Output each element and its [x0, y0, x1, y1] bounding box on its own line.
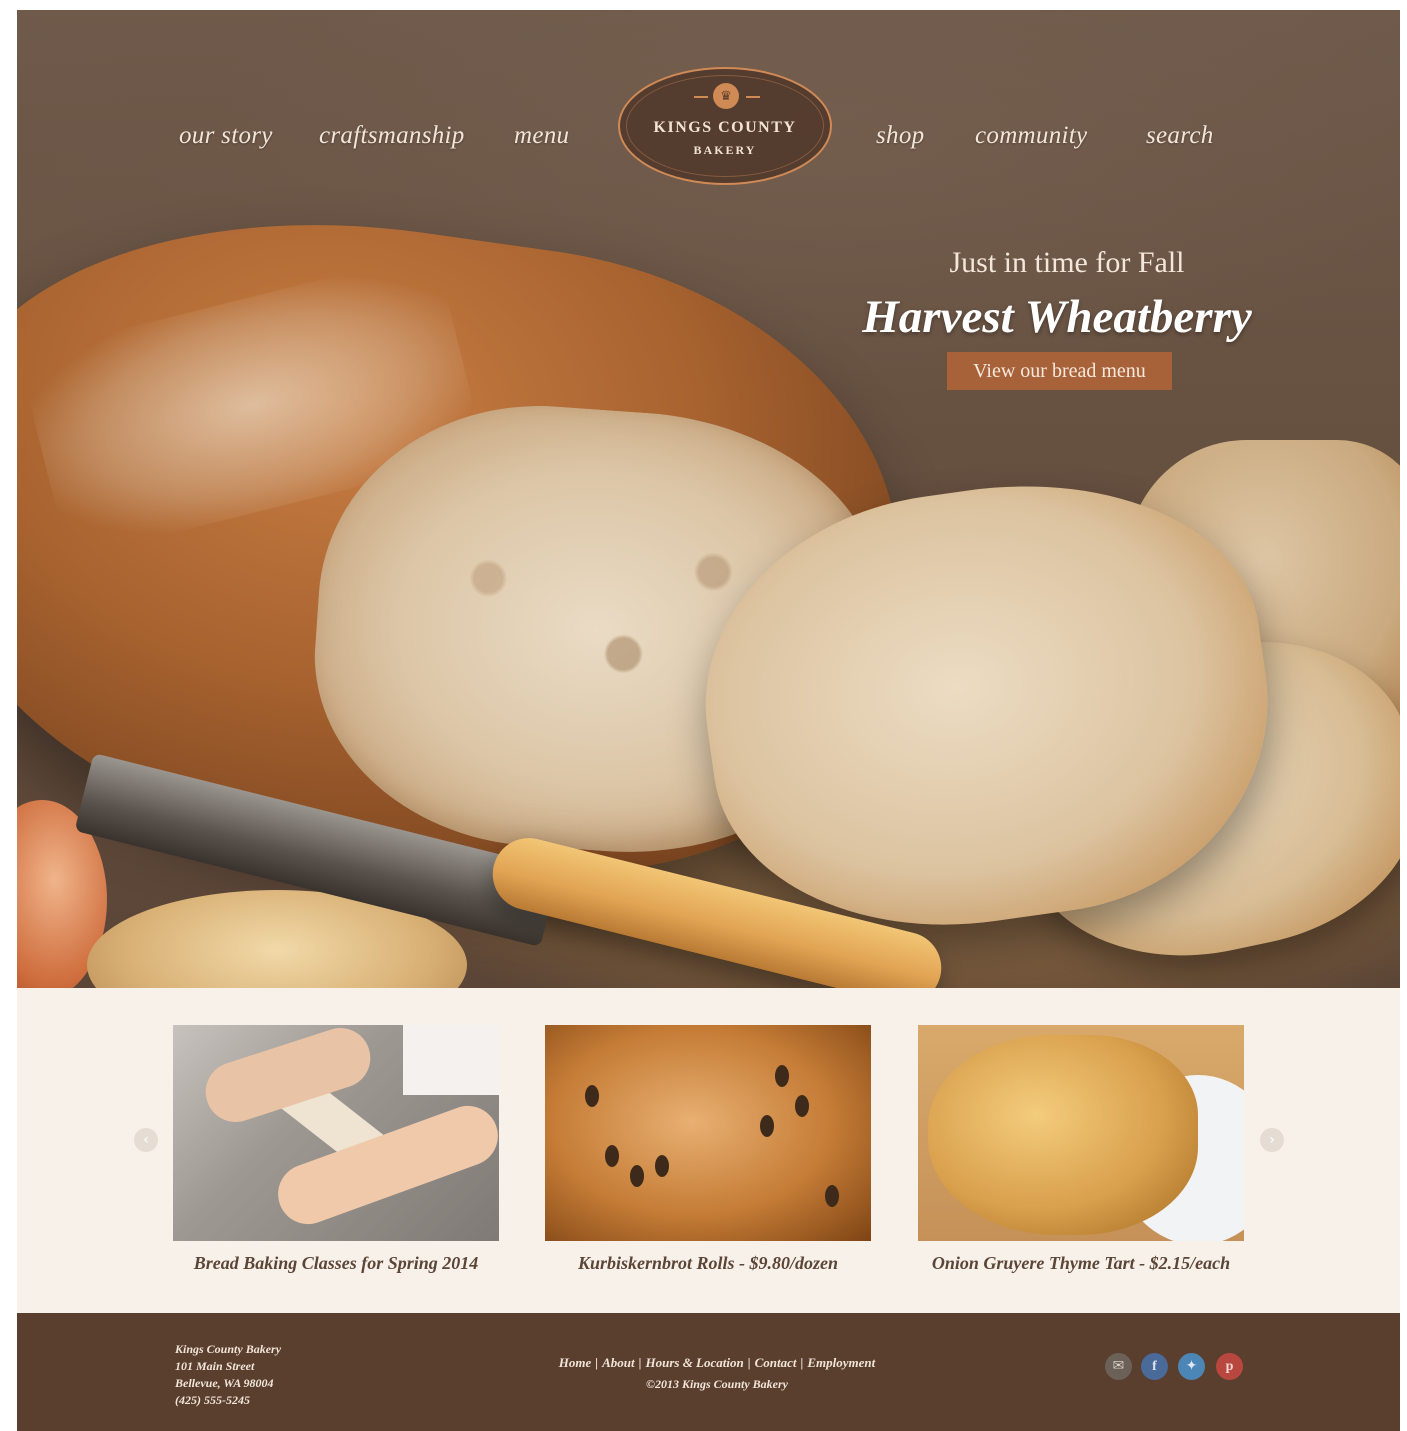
footer-link-home[interactable]: Home — [559, 1355, 592, 1370]
address-line: Kings County Bakery — [175, 1342, 282, 1356]
bakery-logo[interactable]: ♛ KINGS COUNTY BAKERY — [618, 67, 832, 185]
card-caption: Bread Baking Classes for Spring 2014 — [193, 1253, 479, 1273]
chevron-left-icon[interactable]: ‹ — [134, 1128, 158, 1152]
address-line: (425) 555-5245 — [175, 1393, 250, 1407]
footer-links: Home | About | Hours & Location | Contact | Empl… — [558, 1355, 876, 1370]
address-line: 101 Main Street — [175, 1359, 255, 1373]
footer-link-employment[interactable]: Employment — [807, 1355, 875, 1370]
footer-address: Kings County Bakery 101 Main Street Bell… — [175, 1341, 281, 1409]
logo-sub: BAKERY — [693, 143, 757, 157]
carousel-card[interactable]: Onion Gruyere Thyme Tart - $2.15/each — [918, 1025, 1244, 1274]
facebook-icon[interactable]: f — [1141, 1353, 1168, 1380]
baking-class-image — [173, 1025, 499, 1241]
card-caption: Onion Gruyere Thyme Tart - $2.15/each — [931, 1253, 1231, 1273]
footer-link-contact[interactable]: Contact — [755, 1355, 797, 1370]
address-line: Bellevue, WA 98004 — [175, 1376, 274, 1390]
logo-dash-left — [694, 96, 708, 98]
card-caption: Kurbiskernbrot Rolls - $9.80/dozen — [577, 1253, 839, 1273]
featured-carousel: ‹ Bread Baking Classes for Spring 2014 K… — [17, 988, 1400, 1313]
footer: Kings County Bakery 101 Main Street Bell… — [17, 1313, 1400, 1431]
chevron-right-icon[interactable]: › — [1260, 1128, 1284, 1152]
carousel-card[interactable]: Bread Baking Classes for Spring 2014 — [173, 1025, 499, 1274]
footer-link-hours[interactable]: Hours & Location — [645, 1355, 743, 1370]
logo-name: KINGS COUNTY — [653, 119, 797, 136]
nav-search[interactable]: search — [1146, 122, 1214, 150]
nav-shop[interactable]: shop — [876, 122, 924, 150]
promo-kicker: Just in time for Fall — [949, 246, 1185, 279]
logo-dash-right — [746, 96, 760, 98]
mail-icon[interactable]: ✉ — [1105, 1353, 1132, 1380]
nav-community[interactable]: community — [975, 122, 1087, 150]
pinterest-icon[interactable]: p — [1216, 1353, 1243, 1380]
rolls-image — [545, 1025, 871, 1241]
crown-icon: ♛ — [713, 83, 739, 109]
twitter-icon[interactable]: ✦ — [1178, 1353, 1205, 1380]
view-bread-menu-button[interactable]: View our bread menu — [947, 352, 1172, 390]
tart-image — [918, 1025, 1244, 1241]
hero-banner: our story craftsmanship menu ♛ KINGS COU… — [17, 10, 1400, 988]
nav-menu[interactable]: menu — [514, 122, 569, 150]
copyright: ©2013 Kings County Bakery — [646, 1377, 788, 1391]
carousel-card[interactable]: Kurbiskernbrot Rolls - $9.80/dozen — [545, 1025, 871, 1274]
footer-link-about[interactable]: About — [602, 1355, 635, 1370]
nav-craftsmanship[interactable]: craftsmanship — [319, 122, 465, 150]
promo-title: Harvest Wheatberry — [862, 291, 1252, 343]
nav-our-story[interactable]: our story — [179, 122, 273, 150]
page-frame: our story craftsmanship menu ♛ KINGS COU… — [17, 10, 1400, 1431]
